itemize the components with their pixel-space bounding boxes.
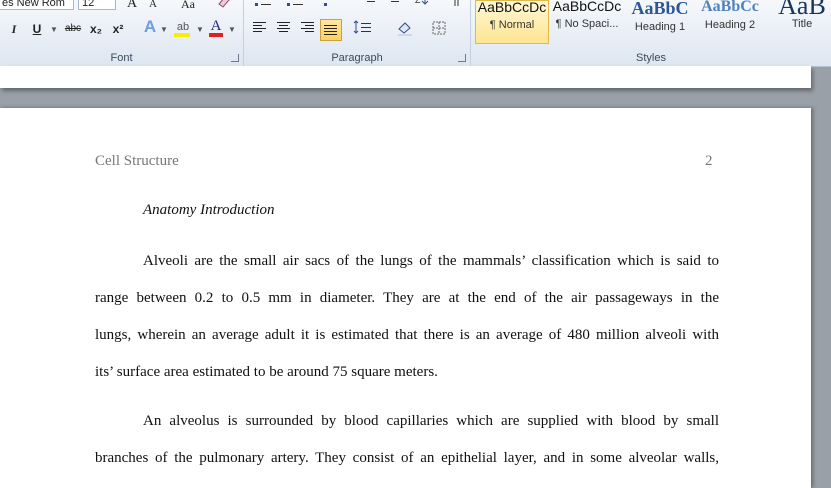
style-normal[interactable]: AaBbCcDc ¶ Normal bbox=[475, 0, 549, 44]
style-sample: AaBbC bbox=[631, 0, 689, 18]
ribbon: es New Rom 12 A A Aa I U ▼ abc x₂ x² A ▼… bbox=[0, 0, 831, 67]
shrink-font-button[interactable]: A bbox=[146, 0, 160, 13]
document-page[interactable]: Cell Structure 2 Anatomy Introduction Al… bbox=[0, 108, 811, 488]
font-group: es New Rom 12 A A Aa I U ▼ abc x₂ x² A ▼… bbox=[0, 0, 243, 66]
strikethrough-button[interactable]: abc bbox=[62, 20, 84, 38]
style-name: Heading 2 bbox=[704, 19, 756, 31]
text-line: its’ surface area estimated to be around… bbox=[95, 364, 438, 380]
font-group-label: Font bbox=[110, 52, 133, 64]
style-sample: AaBbCcDc bbox=[552, 0, 622, 14]
change-case-button[interactable]: Aa bbox=[176, 0, 200, 13]
font-color-button[interactable]: A bbox=[208, 17, 224, 37]
text-line: branches of the pulmonary artery. They c… bbox=[95, 450, 719, 466]
bullets-icon[interactable] bbox=[252, 0, 278, 12]
chevron-down-icon[interactable]: ▼ bbox=[50, 25, 58, 34]
line-spacing-icon[interactable] bbox=[352, 20, 376, 38]
page-number: 2 bbox=[705, 153, 713, 169]
chevron-down-icon[interactable]: ▼ bbox=[160, 25, 168, 34]
style-name: ¶ No Spaci... bbox=[555, 18, 619, 30]
align-center-icon[interactable] bbox=[274, 20, 294, 38]
font-size-combo[interactable]: 12 bbox=[78, 0, 116, 10]
style-heading-2[interactable]: AaBbCc Heading 2 bbox=[697, 0, 763, 44]
superscript-button[interactable]: x² bbox=[110, 20, 126, 38]
style-heading-1[interactable]: AaBbC Heading 1 bbox=[625, 0, 695, 44]
text-effects-button[interactable]: A bbox=[142, 18, 158, 36]
borders-icon[interactable] bbox=[428, 20, 450, 38]
align-right-icon[interactable] bbox=[298, 20, 318, 38]
align-left-icon[interactable] bbox=[250, 20, 270, 38]
previous-page bbox=[0, 66, 811, 88]
italic-button[interactable]: I bbox=[8, 20, 20, 38]
style-sample: AaBbCcDc bbox=[477, 0, 547, 15]
font-color-label: A bbox=[210, 18, 222, 34]
styles-group-label: Styles bbox=[636, 52, 666, 64]
grow-font-button[interactable]: A bbox=[124, 0, 140, 13]
svg-text:Z: Z bbox=[415, 0, 421, 5]
increase-indent-icon[interactable] bbox=[384, 0, 404, 12]
numbering-icon[interactable] bbox=[284, 0, 310, 12]
style-title[interactable]: AaB Title bbox=[767, 0, 831, 44]
paragraph-dialog-launcher-icon[interactable] bbox=[458, 54, 466, 62]
paragraph-1: Alveoli are the small air sacs of the lu… bbox=[95, 250, 719, 398]
style-name: Heading 1 bbox=[634, 21, 686, 33]
highlight-button[interactable]: ab bbox=[174, 18, 192, 37]
multilevel-list-icon[interactable] bbox=[318, 0, 344, 12]
font-color-swatch bbox=[209, 33, 223, 37]
highlight-color-swatch bbox=[174, 33, 190, 37]
style-sample: AaB bbox=[778, 0, 826, 18]
underline-button[interactable]: U bbox=[30, 20, 44, 38]
decrease-indent-icon[interactable] bbox=[360, 0, 380, 12]
paragraph-2: An alveolus is surrounded by blood capil… bbox=[95, 410, 719, 484]
style-name: ¶ Normal bbox=[489, 19, 535, 31]
show-formatting-icon[interactable] bbox=[448, 0, 462, 12]
styles-group: AaBbCcDc ¶ Normal AaBbCcDc ¶ No Spaci...… bbox=[471, 0, 831, 66]
paragraph-group-label: Paragraph bbox=[331, 52, 383, 64]
section-title: Anatomy Introduction bbox=[143, 202, 275, 218]
text-line: lungs, wherein an average adult it is es… bbox=[95, 327, 719, 343]
chevron-down-icon[interactable]: ▼ bbox=[196, 25, 204, 34]
text-line: range between 0.2 to 0.5 mm in diameter.… bbox=[95, 290, 719, 306]
font-name-combo[interactable]: es New Rom bbox=[0, 0, 74, 10]
style-sample: AaBbCc bbox=[701, 0, 759, 15]
paragraph-group: Z Paragraph bbox=[244, 0, 470, 66]
header-title: Cell Structure bbox=[95, 153, 179, 169]
font-dialog-launcher-icon[interactable] bbox=[231, 54, 239, 62]
subscript-button[interactable]: x₂ bbox=[88, 20, 104, 38]
highlight-label: ab bbox=[176, 21, 190, 33]
text-line: An alveolus is surrounded by blood capil… bbox=[143, 413, 719, 429]
chevron-down-icon[interactable]: ▼ bbox=[228, 25, 236, 34]
style-no-spacing[interactable]: AaBbCcDc ¶ No Spaci... bbox=[551, 0, 623, 44]
style-name: Title bbox=[791, 18, 813, 30]
text-line: Alveoli are the small air sacs of the lu… bbox=[143, 253, 719, 269]
justify-icon[interactable] bbox=[320, 19, 342, 41]
sort-icon[interactable]: Z bbox=[412, 0, 432, 12]
shading-icon[interactable] bbox=[394, 20, 418, 38]
clear-formatting-icon[interactable] bbox=[214, 0, 234, 12]
